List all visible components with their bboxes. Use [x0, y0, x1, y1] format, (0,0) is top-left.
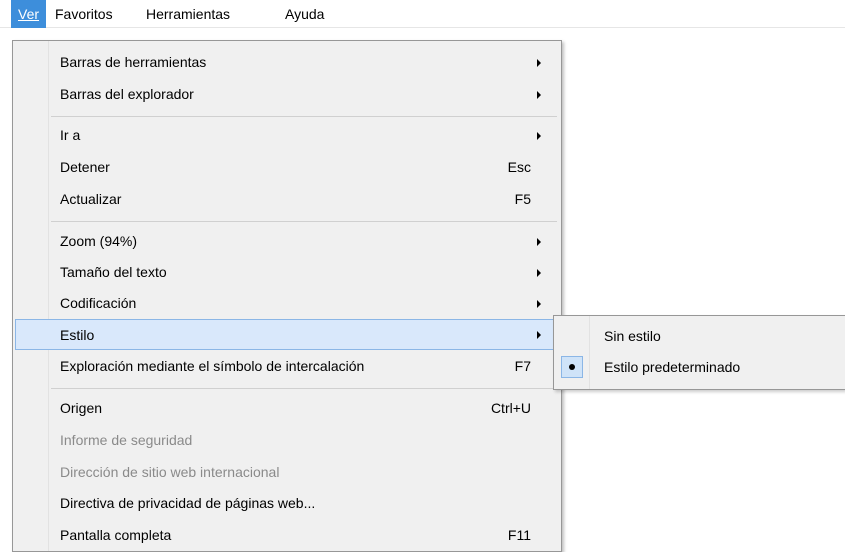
submenu-item-sin-estilo[interactable]: Sin estilo [556, 321, 845, 352]
menu-favoritos[interactable]: Favoritos [48, 0, 120, 28]
menu-item-label: Barras de herramientas [60, 54, 207, 70]
menu-item-exploracion-intercalacion[interactable]: Exploración mediante el símbolo de inter… [15, 351, 559, 382]
menu-item-label: Zoom (94%) [60, 233, 138, 249]
menu-item-label: Detener [60, 159, 110, 175]
menu-item-label: Exploración mediante el símbolo de inter… [60, 358, 365, 374]
menu-item-label: Estilo [60, 327, 95, 343]
ver-dropdown-menu: Barras de herramientas Barras del explor… [12, 40, 562, 552]
submenu-arrow-icon [537, 132, 541, 140]
menu-item-label: Informe de seguridad [60, 432, 193, 448]
submenu-item-label: Sin estilo [604, 328, 661, 344]
menu-item-zoom[interactable]: Zoom (94%) [15, 226, 559, 257]
menu-herramientas-label: Herramientas [146, 6, 231, 22]
radio-check-box [561, 356, 583, 378]
menu-item-barras-explorador[interactable]: Barras del explorador [15, 79, 559, 110]
submenu-item-estilo-predeterminado[interactable]: Estilo predeterminado [556, 352, 845, 383]
menu-item-ir-a[interactable]: Ir a [15, 120, 559, 151]
menu-herramientas[interactable]: Herramientas [139, 0, 237, 28]
menu-separator [51, 116, 557, 117]
menu-ayuda[interactable]: Ayuda [278, 0, 331, 28]
menu-item-label: Actualizar [60, 191, 122, 207]
estilo-submenu: Sin estilo Estilo predeterminado [553, 315, 845, 390]
submenu-arrow-icon [537, 91, 541, 99]
menu-item-directiva-privacidad[interactable]: Directiva de privacidad de páginas web..… [15, 488, 559, 519]
menu-item-codificacion[interactable]: Codificación [15, 288, 559, 319]
menu-item-label: Barras del explorador [60, 86, 194, 102]
menu-separator [51, 388, 557, 389]
menu-item-label: Ir a [60, 127, 81, 143]
submenu-item-label: Estilo predeterminado [604, 359, 741, 375]
menu-item-tamano-texto[interactable]: Tamaño del texto [15, 257, 559, 288]
menu-item-label: Origen [60, 400, 103, 416]
submenu-arrow-icon [537, 238, 541, 246]
menu-item-estilo[interactable]: Estilo [15, 319, 559, 350]
shortcut-label: F7 [514, 358, 531, 374]
menu-item-label: Pantalla completa [60, 527, 172, 543]
submenu-arrow-icon [537, 331, 541, 339]
menu-item-informe-seguridad: Informe de seguridad [15, 425, 559, 456]
menu-ver[interactable]: Ver [11, 0, 47, 28]
menu-item-label: Tamaño del texto [60, 264, 167, 280]
menu-item-label: Dirección de sitio web internacional [60, 464, 280, 480]
menu-item-label: Codificación [60, 295, 137, 311]
menu-item-detener[interactable]: Detener Esc [15, 152, 559, 183]
menu-bar: Ver Favoritos Herramientas Ayuda [0, 0, 845, 28]
submenu-arrow-icon [537, 59, 541, 67]
submenu-arrow-icon [537, 300, 541, 308]
shortcut-label: F11 [507, 527, 531, 543]
shortcut-label: Ctrl+U [490, 400, 531, 416]
menu-item-label: Directiva de privacidad de páginas web..… [60, 495, 316, 511]
menu-item-origen[interactable]: Origen Ctrl+U [15, 393, 559, 424]
menu-item-barras-herramientas[interactable]: Barras de herramientas [15, 47, 559, 78]
submenu-arrow-icon [537, 269, 541, 277]
menu-ver-label: Ver [18, 6, 40, 22]
menu-favoritos-label: Favoritos [55, 6, 113, 22]
menu-item-actualizar[interactable]: Actualizar F5 [15, 184, 559, 215]
menu-ayuda-label: Ayuda [285, 6, 325, 22]
menu-separator [51, 221, 557, 222]
shortcut-label: Esc [507, 159, 531, 175]
menu-item-pantalla-completa[interactable]: Pantalla completa F11 [15, 520, 559, 551]
menu-item-direccion-sitio-web: Dirección de sitio web internacional [15, 457, 559, 488]
radio-dot-icon [569, 364, 575, 370]
shortcut-label: F5 [514, 191, 531, 207]
